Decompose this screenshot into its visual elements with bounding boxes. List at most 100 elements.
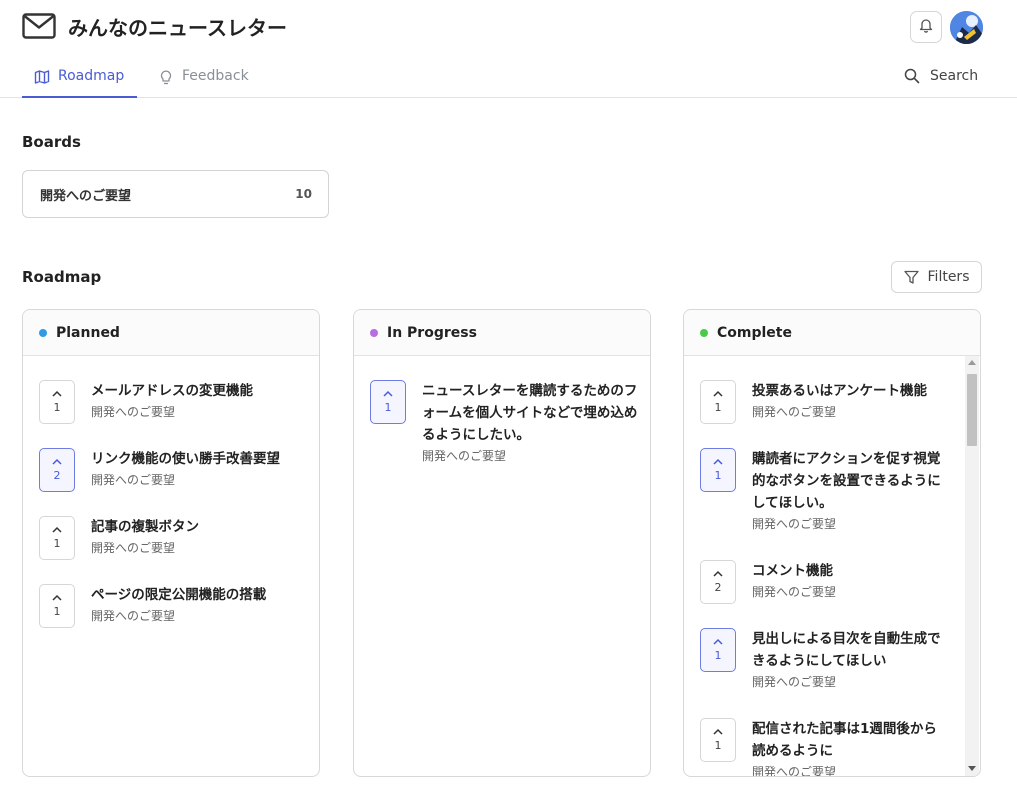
post-title[interactable]: ページの限定公開機能の搭載: [91, 584, 309, 606]
scrollbar-thumb[interactable]: [967, 374, 977, 446]
post-title[interactable]: ニュースレターを購読するためのフォームを個人サイトなどで埋め込めるようにしたい。: [422, 380, 640, 446]
post-title[interactable]: 配信された記事は1週間後から読めるように: [752, 718, 948, 762]
vote-count: 2: [53, 469, 61, 482]
chevron-up-icon: [713, 390, 723, 397]
map-icon: [34, 69, 50, 85]
post-title[interactable]: 投票あるいはアンケート機能: [752, 380, 948, 402]
vote-count: 1: [53, 401, 61, 414]
chevron-up-icon: [713, 638, 723, 645]
post-board: 開発へのご要望: [752, 405, 837, 419]
upvote-button[interactable]: 1: [700, 448, 736, 492]
chevron-up-icon: [383, 390, 393, 397]
column-body: 1 ニュースレターを購読するためのフォームを個人サイトなどで埋め込めるようにした…: [354, 356, 650, 776]
post-board: 開発へのご要望: [91, 609, 176, 623]
post-text: ニュースレターを購読するためのフォームを個人サイトなどで埋め込めるようにしたい。…: [422, 380, 640, 464]
upvote-button[interactable]: 1: [700, 380, 736, 424]
post-text: 記事の複製ボタン 開発へのご要望: [91, 516, 309, 556]
column-complete: Complete 1 投票あるいはアンケート機能 開発へのご要望 1 購読者にア…: [683, 309, 981, 777]
boards-heading: Boards: [22, 133, 81, 151]
column-body: 1 投票あるいはアンケート機能 開発へのご要望 1 購読者にアクションを促す視覚…: [684, 356, 980, 777]
post-title[interactable]: 記事の複製ボタン: [91, 516, 309, 538]
column-header: Complete: [684, 310, 980, 356]
post-text: メールアドレスの変更機能 開発へのご要望: [91, 380, 309, 420]
upvote-button[interactable]: 2: [700, 560, 736, 604]
post-title[interactable]: リンク機能の使い勝手改善要望: [91, 448, 309, 470]
app-header: みんなのニュースレター Roadmap Feedback Search: [0, 0, 1017, 98]
chevron-up-icon: [52, 390, 62, 397]
search-icon: [904, 68, 920, 84]
scroll-down-arrow-icon[interactable]: [968, 766, 976, 771]
upvote-button[interactable]: 1: [39, 516, 75, 560]
tab-feedback[interactable]: Feedback: [158, 60, 249, 98]
column-body: 1 メールアドレスの変更機能 開発へのご要望 2 リンク機能の使い勝手改善要望 …: [23, 356, 319, 776]
tab-roadmap-label: Roadmap: [58, 68, 125, 84]
chevron-up-icon: [52, 458, 62, 465]
filter-icon: [903, 270, 919, 285]
post-title[interactable]: メールアドレスの変更機能: [91, 380, 309, 402]
tab-feedback-label: Feedback: [182, 68, 249, 84]
column-title: Planned: [56, 324, 120, 341]
post-title[interactable]: 見出しによる目次を自動生成できるようにしてほしい: [752, 628, 948, 672]
upvote-button[interactable]: 1: [700, 718, 736, 762]
column-title: In Progress: [387, 324, 477, 341]
column-in-progress: In Progress 1 ニュースレターを購読するためのフォームを個人サイトな…: [353, 309, 651, 777]
search-button[interactable]: Search: [904, 68, 978, 84]
post-board: 開発へのご要望: [752, 765, 837, 777]
chevron-up-icon: [713, 458, 723, 465]
notifications-button[interactable]: [910, 11, 942, 43]
upvote-button[interactable]: 2: [39, 448, 75, 492]
roadmap-heading: Roadmap: [22, 268, 102, 286]
post-text: 見出しによる目次を自動生成できるようにしてほしい 開発へのご要望: [752, 628, 948, 690]
avatar[interactable]: [950, 11, 983, 44]
status-dot: [370, 328, 378, 337]
tab-roadmap[interactable]: Roadmap: [22, 60, 137, 98]
vote-count: 1: [53, 605, 61, 618]
post-text: リンク機能の使い勝手改善要望 開発へのご要望: [91, 448, 309, 488]
mail-icon: [22, 12, 56, 40]
post-board: 開発へのご要望: [91, 405, 176, 419]
post-board: 開発へのご要望: [91, 541, 176, 555]
status-dot: [39, 328, 47, 337]
upvote-button[interactable]: 1: [700, 628, 736, 672]
post-board: 開発へのご要望: [752, 517, 837, 531]
upvote-button[interactable]: 1: [39, 584, 75, 628]
post-board: 開発へのご要望: [422, 449, 507, 463]
lightbulb-icon: [158, 69, 174, 85]
column-title: Complete: [717, 324, 792, 341]
column-header: In Progress: [354, 310, 650, 356]
board-card[interactable]: 開発へのご要望 10: [22, 170, 329, 218]
status-dot: [700, 328, 708, 337]
chevron-up-icon: [713, 728, 723, 735]
post-board: 開発へのご要望: [752, 585, 837, 599]
vote-count: 1: [714, 649, 722, 662]
vote-count: 1: [714, 469, 722, 482]
post-text: コメント機能 開発へのご要望: [752, 560, 948, 600]
vote-count: 1: [714, 401, 722, 414]
post-board: 開発へのご要望: [91, 473, 176, 487]
filters-button[interactable]: Filters: [891, 261, 982, 293]
scrollbar[interactable]: [965, 356, 979, 776]
post-board: 開発へのご要望: [752, 675, 837, 689]
column-header: Planned: [23, 310, 319, 356]
chevron-up-icon: [52, 526, 62, 533]
chevron-up-icon: [52, 594, 62, 601]
scroll-up-arrow-icon[interactable]: [968, 360, 976, 365]
brand[interactable]: みんなのニュースレター: [22, 10, 287, 42]
post-text: 投票あるいはアンケート機能 開発へのご要望: [752, 380, 948, 420]
vote-count: 2: [714, 581, 722, 594]
board-name: 開発へのご要望: [40, 188, 132, 204]
post-text: 配信された記事は1週間後から読めるように 開発へのご要望: [752, 718, 948, 777]
vote-count: 1: [714, 739, 722, 752]
post-text: ページの限定公開機能の搭載 開発へのご要望: [91, 584, 309, 624]
post-text: 購読者にアクションを促す視覚的なボタンを設置できるようにしてほしい。 開発へのご…: [752, 448, 948, 532]
bell-icon: [919, 17, 933, 37]
vote-count: 1: [384, 401, 392, 414]
post-title[interactable]: 購読者にアクションを促す視覚的なボタンを設置できるようにしてほしい。: [752, 448, 948, 514]
upvote-button[interactable]: 1: [370, 380, 406, 424]
post-title[interactable]: コメント機能: [752, 560, 948, 582]
chevron-up-icon: [713, 570, 723, 577]
filters-label: Filters: [927, 269, 970, 285]
board-count: 10: [295, 187, 312, 201]
upvote-button[interactable]: 1: [39, 380, 75, 424]
search-label: Search: [930, 68, 979, 84]
